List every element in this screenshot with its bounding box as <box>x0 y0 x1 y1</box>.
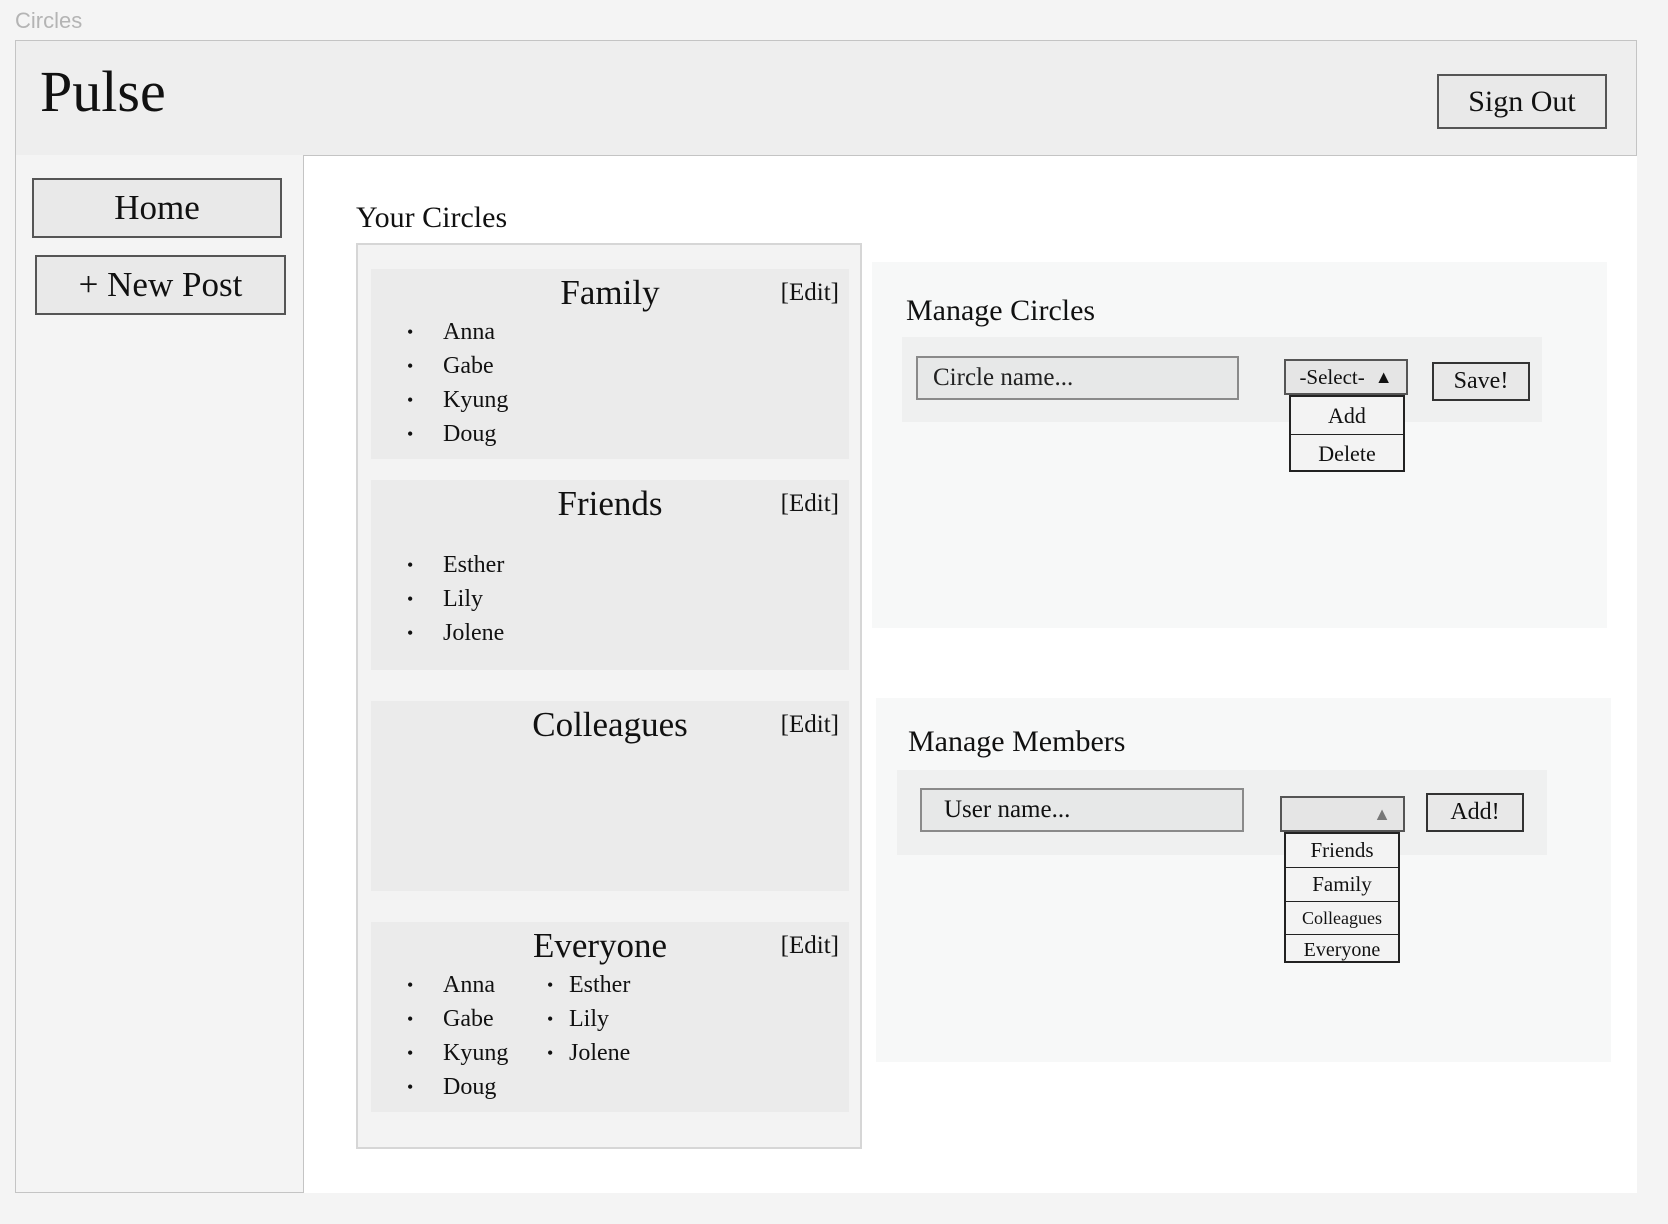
add-member-button[interactable]: Add! <box>1426 793 1524 832</box>
dropdown-option-friends[interactable]: Friends <box>1286 834 1398 868</box>
circle-action-select[interactable]: -Select- ▲ <box>1284 359 1408 395</box>
circle-name: Friends <box>557 484 663 523</box>
edit-circle-link[interactable]: [Edit] <box>781 490 839 518</box>
list-item: Gabe <box>371 1002 508 1036</box>
list-item: Anna <box>371 315 508 349</box>
list-item: Esther <box>371 548 504 582</box>
save-button[interactable]: Save! <box>1432 362 1530 401</box>
sidebar-item-home[interactable]: Home <box>32 178 282 238</box>
circle-select[interactable]: ▲ <box>1280 796 1405 832</box>
list-item: Kyung <box>371 1036 508 1070</box>
arrow-up-icon: ▲ <box>1374 366 1393 387</box>
manage-circles-title: Manage Circles <box>906 294 1096 327</box>
circle-card-everyone: Everyone [Edit] Anna Gabe Kyung Doug Est… <box>371 922 849 1112</box>
list-item: Jolene <box>371 616 504 650</box>
sidebar: Home + New Post <box>15 155 304 1193</box>
dropdown-option-family[interactable]: Family <box>1286 868 1398 902</box>
edit-circle-link[interactable]: [Edit] <box>781 279 839 307</box>
circle-action-dropdown: Add Delete <box>1289 395 1405 472</box>
circle-name: Family <box>560 273 660 312</box>
dropdown-option-add[interactable]: Add <box>1291 397 1403 435</box>
circle-card-colleagues: Colleagues [Edit] <box>371 701 849 891</box>
manage-members-panel: Manage Members User name... ▲ Friends Fa… <box>876 698 1611 1062</box>
your-circles-title: Your Circles <box>356 201 508 234</box>
main-content: Your Circles Family [Edit] Anna Gabe Kyu… <box>304 156 1637 1193</box>
circle-card-family: Family [Edit] Anna Gabe Kyung Doug <box>371 269 849 459</box>
list-item: Doug <box>371 1070 508 1104</box>
circle-name: Colleagues <box>532 705 688 744</box>
edit-circle-link[interactable]: [Edit] <box>781 711 839 739</box>
app-logo: Pulse <box>40 59 166 124</box>
list-item: Kyung <box>371 383 508 417</box>
dropdown-option-colleagues[interactable]: Colleagues <box>1286 902 1398 935</box>
sign-out-button[interactable]: Sign Out <box>1437 74 1607 129</box>
list-item: Gabe <box>371 349 508 383</box>
circle-card-friends: Friends [Edit] Esther Lily Jolene <box>371 480 849 670</box>
list-item: Esther <box>547 968 630 1002</box>
member-list: Esther Lily Jolene <box>371 548 504 650</box>
circle-name-input[interactable]: Circle name... <box>916 356 1239 400</box>
circle-name: Everyone <box>532 926 668 965</box>
page-label: Circles <box>15 8 83 33</box>
manage-members-title: Manage Members <box>908 725 1126 758</box>
member-list: Anna Gabe Kyung Doug <box>371 968 508 1104</box>
list-item: Lily <box>371 582 504 616</box>
manage-circles-panel: Manage Circles Circle name... -Select- ▲… <box>872 262 1607 628</box>
circles-panel: Family [Edit] Anna Gabe Kyung Doug Frien… <box>356 243 862 1149</box>
circle-select-dropdown: Friends Family Colleagues Everyone <box>1284 832 1400 963</box>
member-list-col2: Esther Lily Jolene <box>547 968 630 1070</box>
list-item: Lily <box>547 1002 630 1036</box>
select-value: -Select- <box>1299 364 1365 389</box>
user-name-input[interactable]: User name... <box>920 788 1244 832</box>
dropdown-option-delete[interactable]: Delete <box>1291 435 1403 472</box>
new-post-button[interactable]: + New Post <box>35 255 286 315</box>
dropdown-option-everyone[interactable]: Everyone <box>1286 935 1398 966</box>
member-list: Anna Gabe Kyung Doug <box>371 315 508 451</box>
list-item: Jolene <box>547 1036 630 1070</box>
edit-circle-link[interactable]: [Edit] <box>781 932 839 960</box>
arrow-up-icon: ▲ <box>1373 803 1391 824</box>
list-item: Anna <box>371 968 508 1002</box>
list-item: Doug <box>371 417 508 451</box>
header: Pulse Sign Out <box>15 40 1637 156</box>
